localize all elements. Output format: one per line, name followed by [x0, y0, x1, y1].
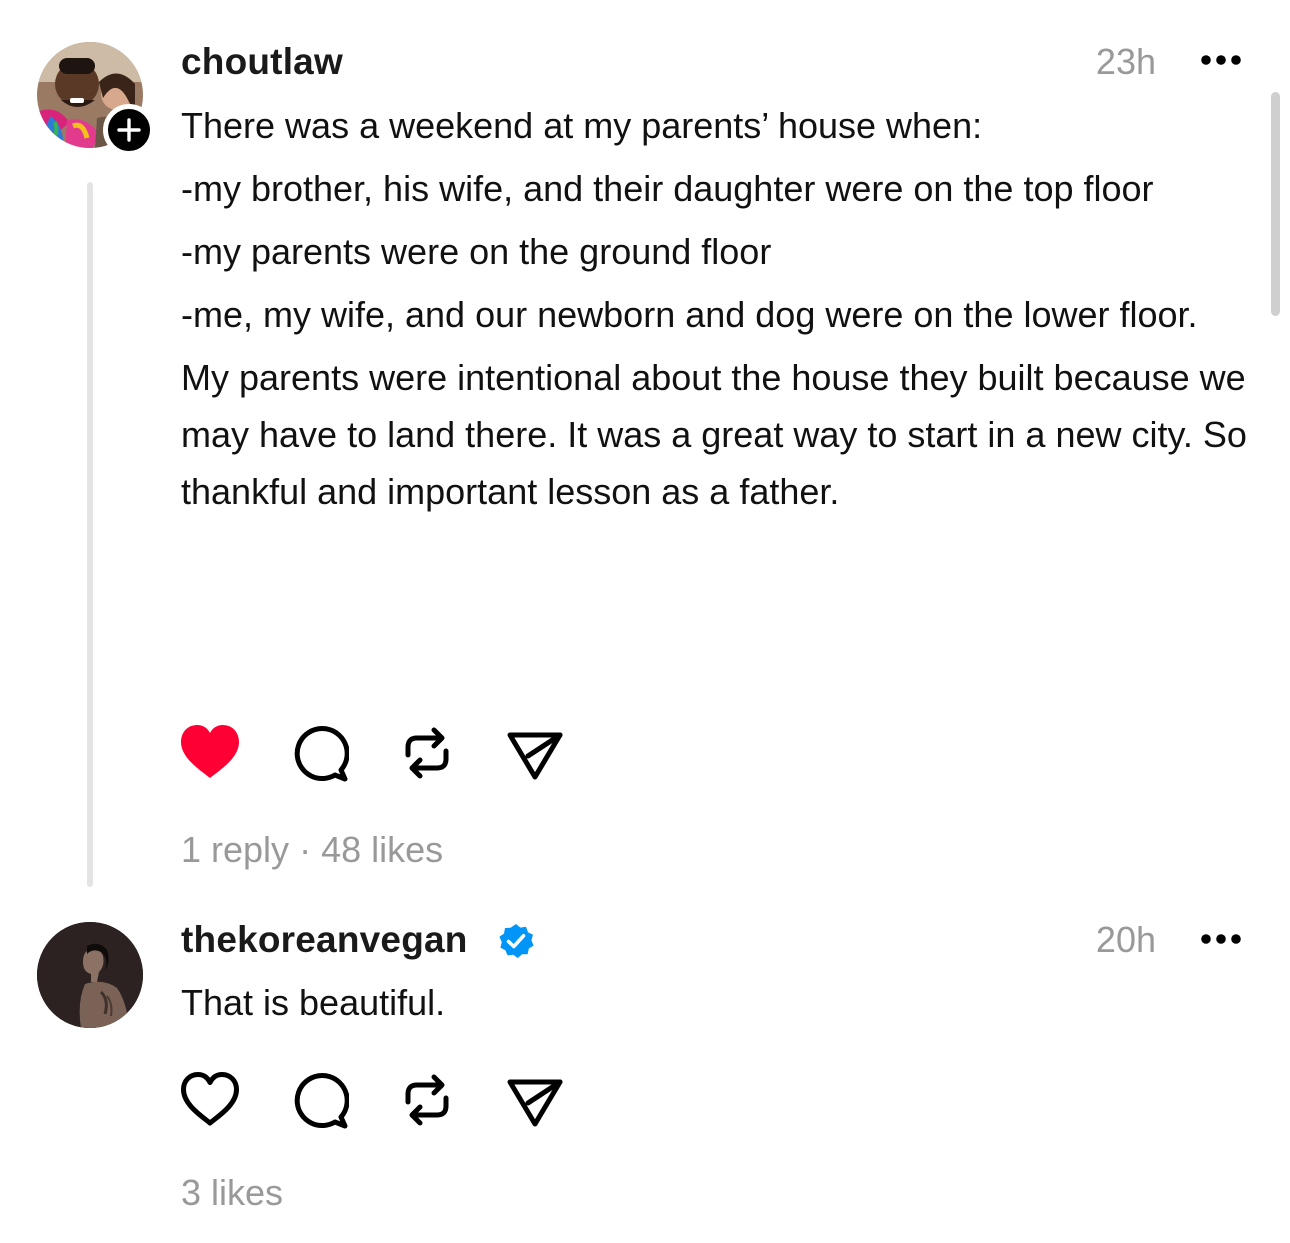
share-icon[interactable]: [505, 723, 565, 783]
heart-outline-icon[interactable]: [180, 1070, 240, 1130]
like-count[interactable]: 48 likes: [321, 829, 443, 870]
post-paragraph: -my brother, his wife, and their daughte…: [181, 168, 1154, 209]
post-body: There was a weekend at my parents’ house…: [181, 97, 1261, 526]
reply-paragraph: That is beautiful.: [181, 982, 446, 1023]
verified-badge-icon: [499, 924, 534, 958]
share-icon[interactable]: [505, 1070, 565, 1130]
comment-icon[interactable]: [289, 723, 349, 783]
repost-icon[interactable]: [397, 723, 457, 783]
plus-icon: [117, 118, 141, 142]
reply-body: That is beautiful.: [181, 974, 1261, 1037]
comment-icon[interactable]: [289, 1070, 349, 1130]
post-username[interactable]: choutlaw: [181, 43, 343, 80]
reply-count[interactable]: 1 reply: [181, 829, 289, 870]
reply-stats: 3 likes: [181, 1175, 283, 1211]
avatar-thekoreanvegan[interactable]: [37, 922, 143, 1028]
reply-username[interactable]: thekoreanvegan: [181, 921, 468, 958]
post-paragraph: -me, my wife, and our newborn and dog we…: [181, 294, 1198, 335]
more-options-icon[interactable]: [1200, 54, 1242, 66]
reply-timestamp: 20h: [1095, 919, 1156, 960]
repost-icon[interactable]: [397, 1070, 457, 1130]
heart-filled-icon[interactable]: [180, 723, 240, 783]
more-options-icon[interactable]: [1200, 933, 1242, 945]
like-count[interactable]: 3 likes: [181, 1172, 283, 1213]
post-paragraph: -my parents were on the ground floor: [181, 231, 772, 272]
stats-separator: ·: [289, 829, 322, 870]
follow-button[interactable]: [103, 104, 155, 156]
thread-line: [87, 182, 93, 887]
post-paragraph: My parents were intentional about the ho…: [181, 357, 1247, 512]
post-stats: 1 reply · 48 likes: [181, 832, 443, 868]
post-timestamp: 23h: [1095, 41, 1156, 82]
scrollbar[interactable]: [1271, 92, 1280, 316]
post-paragraph: There was a weekend at my parents’ house…: [181, 105, 983, 146]
